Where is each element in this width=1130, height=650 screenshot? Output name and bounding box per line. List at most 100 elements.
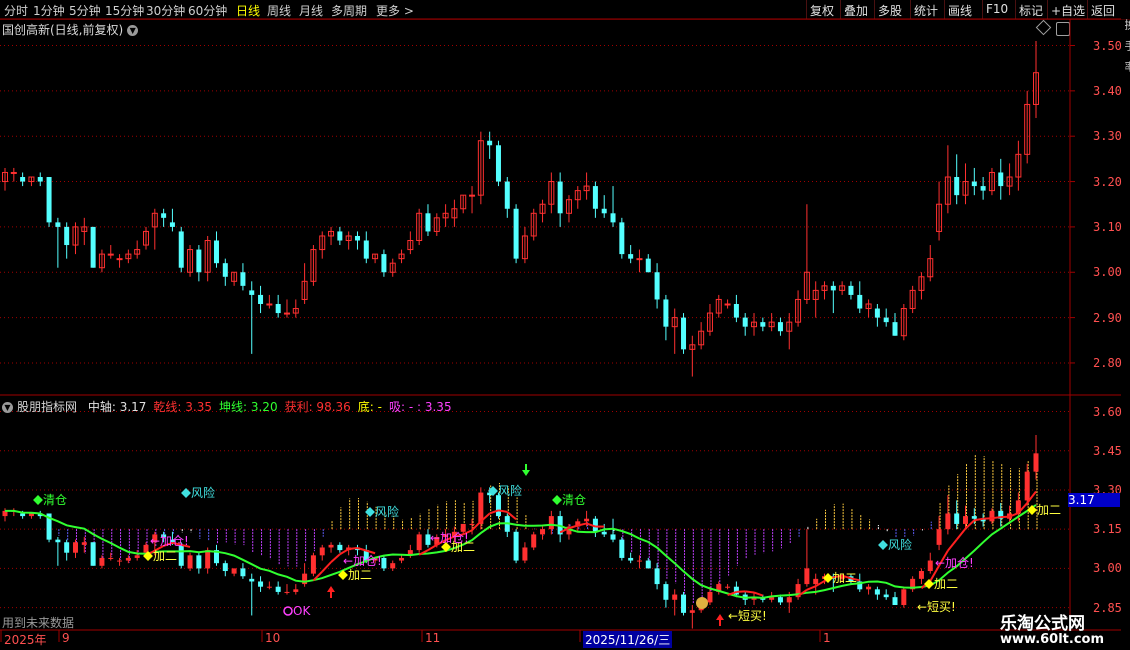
buy-arrow-icon bbox=[716, 614, 724, 626]
candle-body-down bbox=[258, 294, 264, 304]
indicator-candle-body bbox=[231, 568, 237, 574]
qingcang-label: 清仓 bbox=[562, 493, 586, 507]
indicator-candle-body bbox=[954, 513, 960, 524]
fengxian-diamond bbox=[365, 507, 375, 517]
indicator-candle-body bbox=[619, 539, 625, 558]
indicator-candle-body bbox=[187, 555, 193, 569]
qian-line-segment bbox=[330, 553, 341, 563]
indicator-candle-body bbox=[681, 594, 687, 613]
candle-body-down bbox=[742, 317, 748, 327]
qian-line-segment bbox=[1000, 515, 1010, 519]
indicator-candle-body bbox=[20, 513, 26, 517]
candle-body-down bbox=[169, 222, 175, 227]
candle-body-down bbox=[90, 226, 96, 268]
qingcang-diamond bbox=[33, 495, 43, 505]
indicator-candle-body bbox=[601, 531, 607, 535]
qian-line-segment bbox=[736, 590, 746, 593]
candle-body-down bbox=[425, 213, 431, 232]
fengxian-diamond bbox=[878, 540, 888, 550]
jiacang-label: ←加仓! bbox=[150, 534, 189, 548]
indicator-candle-body bbox=[399, 557, 405, 561]
candle-body-down bbox=[249, 290, 255, 295]
price-label: 3.50 bbox=[1093, 38, 1122, 53]
indicator-candle-body bbox=[99, 557, 105, 566]
indicator-candle-body bbox=[293, 589, 299, 592]
candle-body-up bbox=[469, 194, 476, 197]
time-label: 2025/11/26/三 bbox=[583, 631, 673, 648]
indicator-candle-body bbox=[540, 529, 546, 535]
kline-chart-canvas[interactable]: 清仓 风险风险风险清仓风险加二加二加二加二 加二加二←加仓!←加仓!←加仓!←加仓!… bbox=[0, 0, 1130, 650]
candle-body-up bbox=[266, 303, 273, 306]
indicator-candle-body bbox=[654, 568, 660, 585]
candle-body-down bbox=[760, 322, 766, 327]
qian-line-segment bbox=[991, 516, 1001, 520]
candle-body-down bbox=[46, 177, 52, 223]
indicator-candle-body bbox=[108, 557, 114, 559]
qian-line-segment bbox=[955, 528, 967, 541]
indicator-price-label: 3.00 bbox=[1093, 561, 1122, 576]
qian-line-segment bbox=[321, 561, 332, 573]
legend-item: 坤线: 3.20 bbox=[219, 400, 278, 414]
jiacang-label: ←加仓! bbox=[343, 554, 382, 568]
indicator-candle-body bbox=[117, 560, 123, 562]
indicator-candle-body bbox=[390, 563, 396, 569]
indicator-candle-body bbox=[72, 542, 78, 553]
indicator-candle-body bbox=[663, 584, 669, 600]
jiaer-diamond bbox=[924, 579, 934, 589]
candle-body-down bbox=[222, 263, 228, 277]
indicator-candle-body bbox=[381, 557, 387, 569]
candle-body-down bbox=[733, 303, 739, 318]
candle-body-down bbox=[892, 322, 898, 336]
jiaer-label: 加二 bbox=[833, 571, 857, 585]
candle-body-down bbox=[64, 226, 70, 246]
candle-body-down bbox=[592, 186, 598, 209]
indicator-candle-body bbox=[495, 495, 501, 517]
indicator-candle-body bbox=[328, 544, 334, 548]
candle-body-down bbox=[196, 249, 202, 273]
money-bag-icon bbox=[696, 597, 708, 609]
fengxian-diamond bbox=[181, 488, 191, 498]
candle-body-down bbox=[20, 177, 26, 182]
indicator-candle-body bbox=[927, 560, 933, 572]
jiaer-label: 加二 bbox=[934, 577, 958, 591]
candle-body-down bbox=[874, 308, 880, 318]
indicator-candle-body bbox=[90, 542, 96, 566]
fengxian-label: 风险 bbox=[498, 483, 522, 498]
fengxian-label: 风险 bbox=[191, 485, 215, 500]
candle-body-down bbox=[645, 258, 651, 273]
candle-body-up bbox=[116, 258, 123, 261]
candle-body-up bbox=[10, 171, 17, 174]
duanmai-label: ←短买! bbox=[728, 609, 767, 623]
indicator-candle-body bbox=[689, 610, 695, 613]
candle-body-down bbox=[275, 303, 281, 314]
qian-line-segment bbox=[357, 547, 367, 552]
candle-body-down bbox=[601, 208, 607, 214]
candle-body-down bbox=[654, 272, 660, 300]
indicator-candle-body bbox=[725, 586, 731, 588]
indicator-candle-body bbox=[196, 555, 202, 569]
indicator-candle-body bbox=[548, 516, 554, 530]
indicator-candle-body bbox=[249, 578, 255, 582]
candle-body-down bbox=[998, 172, 1004, 187]
indicator-candle-body bbox=[134, 555, 140, 558]
indicator-candle-body bbox=[707, 591, 713, 603]
legend-item: 吸: - : 3.35 bbox=[389, 400, 452, 414]
qingcang-diamond bbox=[552, 495, 562, 505]
candle-body-down bbox=[610, 213, 616, 223]
candle-body-down bbox=[619, 222, 625, 255]
indicator-candle-body bbox=[258, 581, 264, 587]
indicator-price-label: 3.15 bbox=[1093, 522, 1122, 537]
indicator-candle-body bbox=[628, 557, 634, 561]
indicator-candle-body bbox=[513, 531, 519, 561]
indicator-candle-body bbox=[971, 516, 977, 519]
candle-body-down bbox=[513, 208, 519, 259]
indicator-candle-body bbox=[989, 510, 995, 522]
indicator-candle-body bbox=[275, 586, 281, 592]
indicator-candle-body bbox=[918, 571, 924, 579]
chevron-down-icon[interactable]: ▼ bbox=[2, 402, 13, 413]
candle-body-down bbox=[830, 285, 836, 291]
qian-line-segment bbox=[806, 585, 817, 591]
indicator-candle-body bbox=[469, 523, 475, 525]
legend-item: 获利: 98.36 bbox=[284, 400, 351, 414]
indicator-candle-body bbox=[337, 544, 343, 551]
